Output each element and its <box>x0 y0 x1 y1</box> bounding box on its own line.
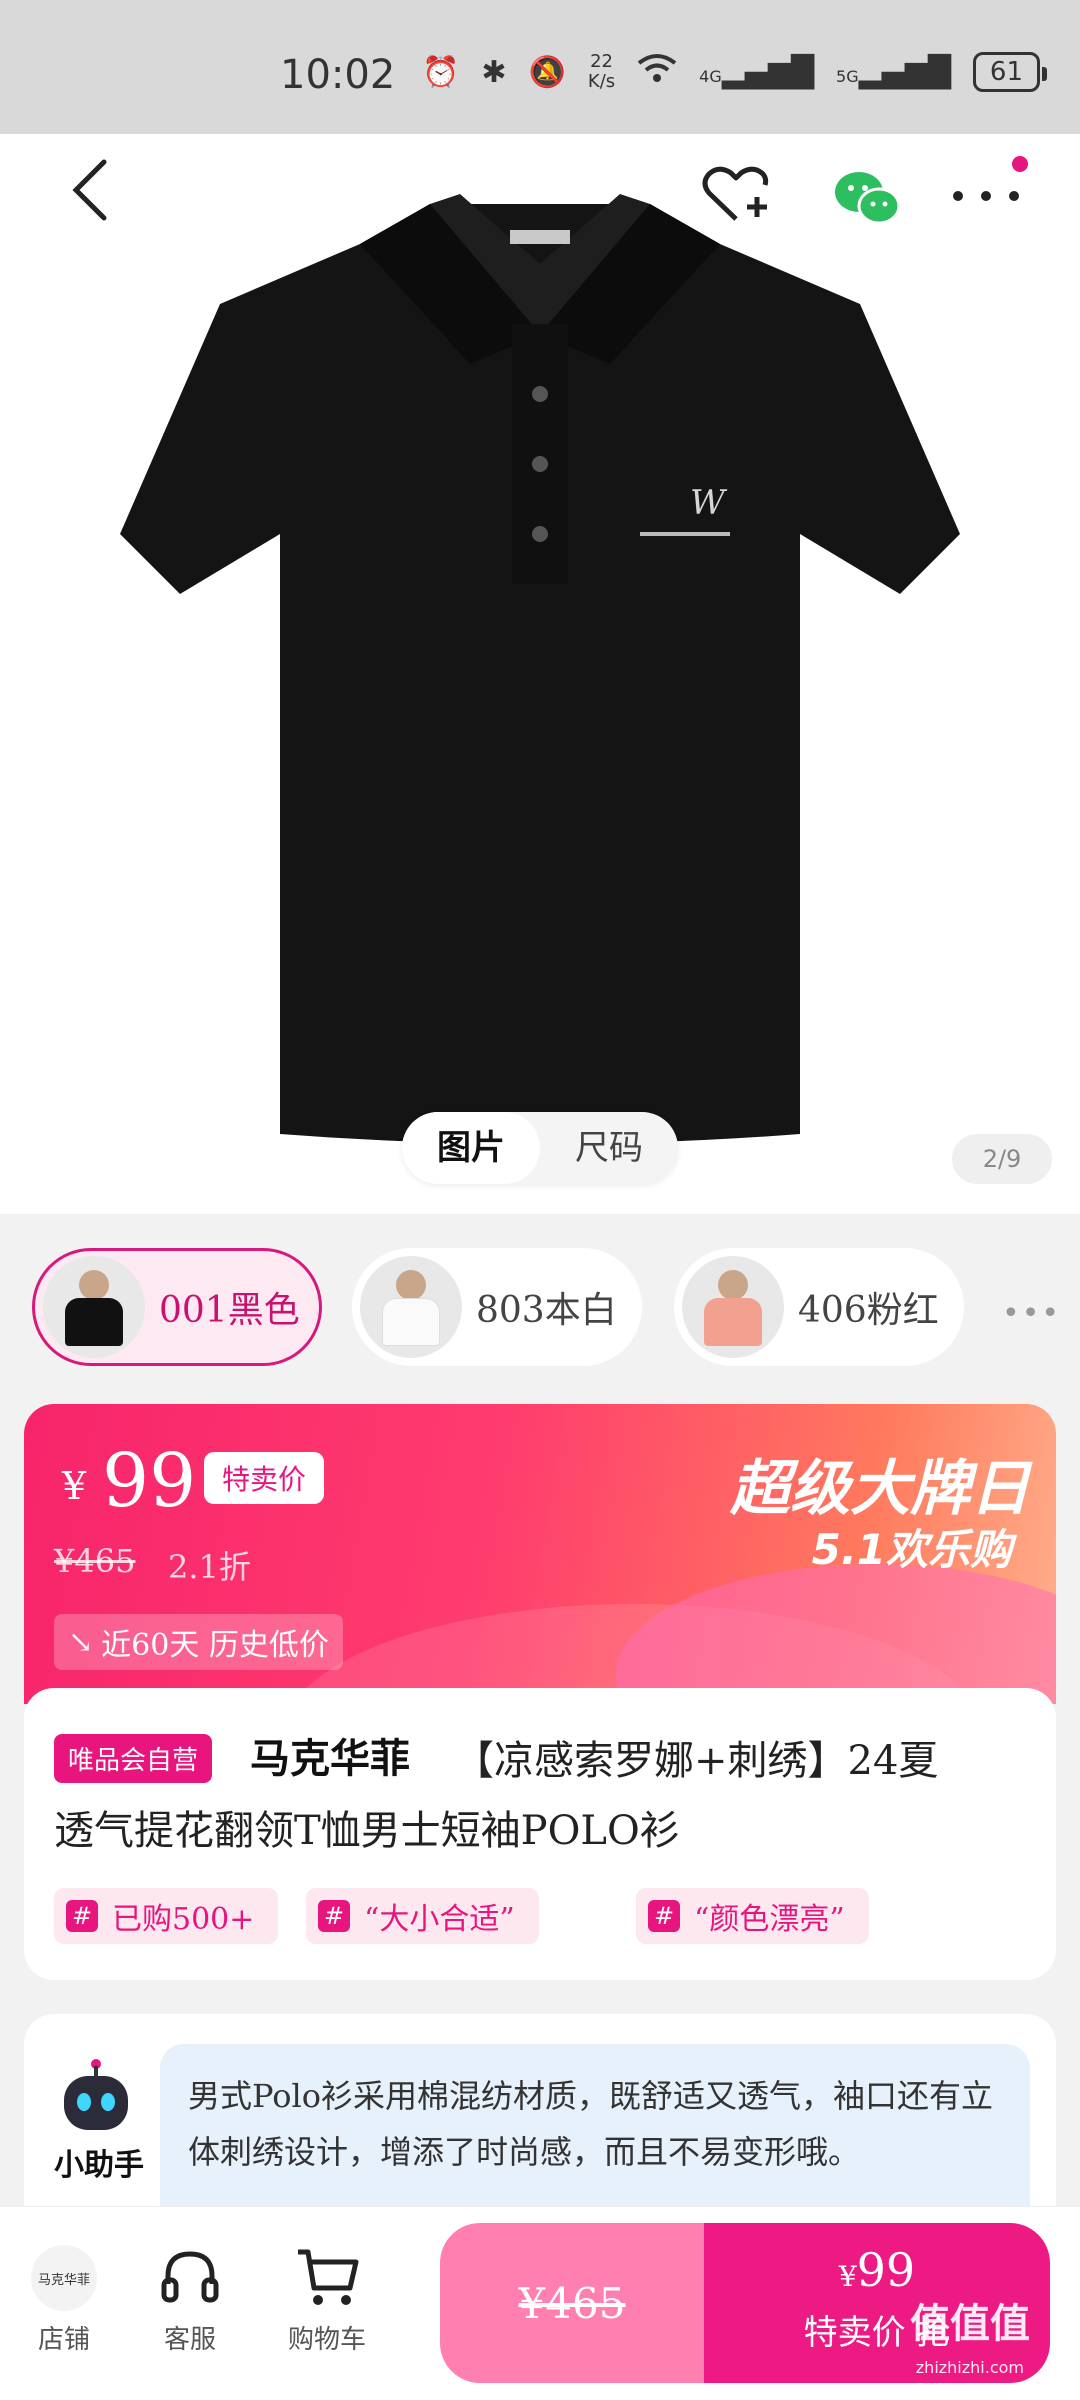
polo-shirt-image: W <box>120 194 960 1144</box>
alarm-icon: ⏰ <box>422 54 460 90</box>
watermark: 值值值 <box>910 2301 1030 2347</box>
cart-label: 购物车 <box>287 2325 366 2355</box>
add-favorite-icon[interactable] <box>696 160 776 230</box>
tag-color-nice[interactable]: # “颜色漂亮” <box>636 1888 869 1944</box>
battery-indicator: 61 <box>972 52 1048 92</box>
hash-icon: # <box>318 1900 350 1932</box>
discount-label: 2.1折 <box>168 1548 251 1586</box>
service-label: 客服 <box>163 2325 216 2355</box>
media-tab-switch: 图片 尺码 <box>402 1112 678 1184</box>
headset-icon <box>140 2243 240 2313</box>
watermark-url: zhizhizhi.com <box>915 2358 1024 2377</box>
tag-purchased[interactable]: # 已购500+ <box>54 1888 279 1944</box>
swatch-label: 001黑色 <box>159 1290 300 1331</box>
history-low-price-badge: ↘ 近60天 历史低价 <box>54 1614 343 1670</box>
price-currency: ¥ <box>62 1464 87 1508</box>
special-price-tag: 特卖价 <box>204 1452 325 1504</box>
wechat-share-icon[interactable] <box>828 166 908 230</box>
back-icon[interactable] <box>60 150 120 230</box>
status-bar: 10:02 ⏰ ✱ 🔕 22 K/s 4G▂▄▆█ 5G▂▄▆█ 61 <box>0 0 1080 134</box>
swatch-803-white[interactable]: 803本白 <box>352 1248 642 1366</box>
promo-title: 超级大牌日 <box>730 1454 1030 1524</box>
shop-button[interactable]: 马克华菲 店铺 <box>14 2243 114 2356</box>
self-operated-badge: 唯品会自营 <box>54 1734 213 1783</box>
swatch-label: 406粉红 <box>798 1290 939 1331</box>
bluetooth-icon: ✱ <box>481 54 507 90</box>
bottom-action-bar: 马克华菲 店铺 客服 购物车 ¥465 ¥99 特卖价 抢 值值值 zhizhi… <box>0 2206 1080 2400</box>
mute-icon: 🔕 <box>528 54 566 90</box>
status-icons: ⏰ ✱ 🔕 22 K/s 4G▂▄▆█ 5G▂▄▆█ 61 <box>422 51 1048 92</box>
shop-label: 店铺 <box>37 2325 90 2355</box>
shop-logo: 马克华菲 <box>31 2245 97 2311</box>
tab-size[interactable]: 尺码 <box>540 1112 678 1184</box>
tab-images[interactable]: 图片 <box>402 1112 540 1184</box>
tag-size-fits[interactable]: # “大小合适” <box>306 1888 539 1944</box>
product-gallery[interactable]: W <box>0 134 1080 1214</box>
customer-service-button[interactable]: 客服 <box>140 2243 240 2356</box>
buy-original-price-button[interactable]: ¥465 <box>440 2223 704 2383</box>
notification-dot <box>1012 156 1028 172</box>
trend-down-icon: ↘ <box>68 1624 94 1660</box>
product-title-line1: 【凉感索罗娜+刺绣】24夏 <box>454 1738 939 1784</box>
special-price: ¥99 <box>838 2243 916 2297</box>
wifi-icon <box>637 53 677 91</box>
assistant-label: 小助手 <box>54 2148 144 2183</box>
hash-icon: # <box>648 1900 680 1932</box>
svg-text:W: W <box>690 483 728 523</box>
price-banner: ¥ 99 特卖价 ¥465 2.1折 ↘ 近60天 历史低价 超级大牌日 5.1… <box>24 1404 1056 1704</box>
network-speed: 22 K/s <box>587 51 616 92</box>
swatch-thumbnail <box>682 1256 784 1358</box>
color-swatch-row: 001黑色 803本白 406粉红 <box>0 1248 1080 1368</box>
swatch-thumbnail <box>43 1256 145 1358</box>
product-title-card: 唯品会自营 马克华菲 【凉感索罗娜+刺绣】24夏 透气提花翻领T恤男士短袖POL… <box>24 1688 1056 1980</box>
status-time: 10:02 <box>280 52 396 98</box>
robot-icon <box>54 2054 138 2138</box>
swatch-001-black[interactable]: 001黑色 <box>32 1248 322 1366</box>
cart-button[interactable]: 购物车 <box>272 2243 382 2356</box>
swatch-406-pink[interactable]: 406粉红 <box>674 1248 964 1366</box>
more-menu-icon[interactable] <box>946 176 1026 216</box>
swatch-label: 803本白 <box>476 1290 617 1331</box>
signal-4g-icon: 4G▂▄▆█ <box>699 54 815 90</box>
buy-special-price-button[interactable]: ¥99 特卖价 抢 值值值 zhizhizhi.com <box>704 2223 1050 2383</box>
signal-5g-icon: 5G▂▄▆█ <box>836 54 951 90</box>
price-value: 99 <box>102 1438 197 1524</box>
promo-subtitle: 5.1欢乐购 <box>811 1525 1012 1574</box>
product-title-line2: 透气提花翻领T恤男士短袖POLO衫 <box>54 1808 680 1854</box>
image-page-counter: 2/9 <box>952 1134 1052 1184</box>
original-price: ¥465 <box>54 1542 136 1580</box>
hash-icon: # <box>66 1900 98 1932</box>
cart-icon <box>272 2243 382 2313</box>
more-swatches-icon[interactable]: ••• <box>1002 1296 1061 1331</box>
brand-name[interactable]: 马克华菲 <box>250 1726 410 1784</box>
swatch-thumbnail <box>360 1256 462 1358</box>
